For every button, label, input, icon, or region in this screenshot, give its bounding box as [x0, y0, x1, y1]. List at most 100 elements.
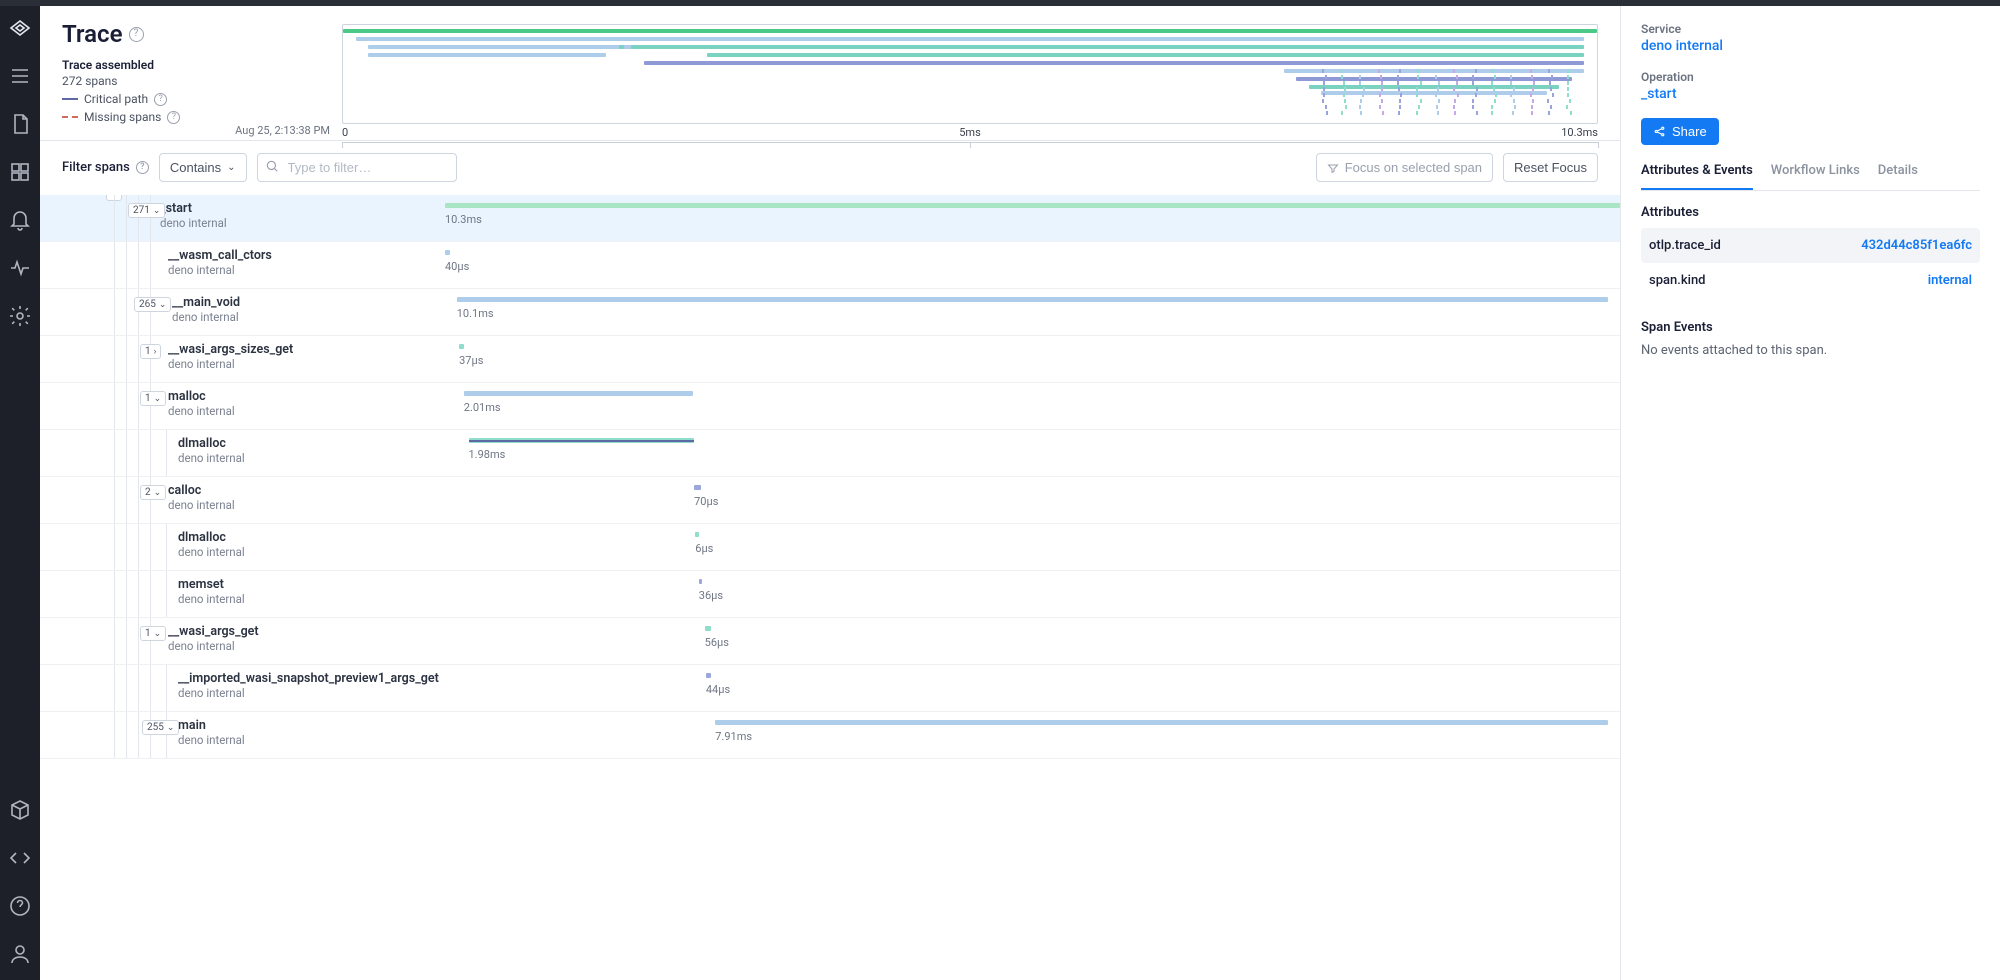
- pulse-icon[interactable]: [8, 256, 32, 280]
- bell-icon[interactable]: [8, 208, 32, 232]
- info-icon[interactable]: ?: [167, 111, 180, 124]
- details-panel: Service deno internal Operation _start S…: [1620, 6, 2000, 980]
- focus-selected-button[interactable]: Focus on selected span: [1316, 153, 1493, 182]
- reset-focus-button[interactable]: Reset Focus: [1503, 153, 1598, 182]
- span-duration: 36µs: [699, 589, 723, 602]
- legend-missing-label: Missing spans: [84, 110, 161, 124]
- span-bar[interactable]: [706, 673, 711, 678]
- tab-attributes-events[interactable]: Attributes & Events: [1641, 163, 1753, 190]
- expand-pill[interactable]: 271⌄: [128, 203, 165, 218]
- span-service: deno internal: [178, 686, 437, 700]
- span-count: 272 spans: [62, 74, 312, 88]
- service-link[interactable]: deno internal: [1641, 38, 1980, 54]
- legend-critical-label: Critical path: [84, 92, 148, 106]
- nav-sidebar: [0, 6, 40, 980]
- operation-link[interactable]: _start: [1641, 86, 1980, 102]
- span-row[interactable]: dlmallocdeno internal6µs: [40, 524, 1620, 571]
- span-events-empty: No events attached to this span.: [1641, 343, 1980, 358]
- span-bar[interactable]: [445, 203, 1620, 208]
- legend-missing-swatch: [62, 116, 78, 118]
- help-icon[interactable]: [8, 894, 32, 918]
- span-service: deno internal: [168, 357, 437, 371]
- span-bar[interactable]: [459, 344, 464, 349]
- span-name: dlmalloc: [178, 436, 437, 451]
- gear-icon[interactable]: [8, 304, 32, 328]
- info-icon[interactable]: ?: [129, 27, 144, 42]
- attribute-row[interactable]: otlp.trace_id 432d44c85f1ea6fc: [1641, 228, 1980, 263]
- span-duration: 7.91ms: [715, 730, 752, 743]
- span-bar[interactable]: [695, 532, 699, 537]
- code-icon[interactable]: [8, 846, 32, 870]
- span-row[interactable]: memsetdeno internal36µs: [40, 571, 1620, 618]
- axis-mid: 5ms: [959, 126, 981, 139]
- span-service: deno internal: [178, 451, 437, 465]
- span-duration: 40µs: [445, 260, 469, 273]
- attributes-heading: Attributes: [1641, 205, 1980, 220]
- expand-pill[interactable]: 265⌄: [134, 297, 171, 312]
- expand-pill[interactable]: 1›: [140, 344, 161, 359]
- span-bar[interactable]: [694, 485, 701, 490]
- attribute-row[interactable]: span.kind internal: [1641, 263, 1980, 298]
- span-service: deno internal: [160, 216, 437, 230]
- span-name: dlmalloc: [178, 530, 437, 545]
- span-name: main: [178, 718, 437, 733]
- span-bar[interactable]: [464, 391, 693, 396]
- span-service: deno internal: [168, 639, 437, 653]
- service-label: Service: [1641, 22, 1980, 36]
- span-row[interactable]: 271⌄_startdeno internal10.3ms: [40, 195, 1620, 242]
- span-service: deno internal: [168, 263, 437, 277]
- span-name: malloc: [168, 389, 437, 404]
- package-icon[interactable]: [8, 798, 32, 822]
- menu-icon[interactable]: [8, 64, 32, 88]
- legend-critical-swatch: [62, 98, 78, 100]
- span-service: deno internal: [168, 498, 437, 512]
- span-duration: 2.01ms: [464, 401, 501, 414]
- span-row[interactable]: __wasm_call_ctorsdeno internal 40µs: [40, 242, 1620, 289]
- trace-overview[interactable]: [342, 24, 1598, 124]
- span-duration: 70µs: [694, 495, 718, 508]
- span-name: memset: [178, 577, 437, 592]
- span-bar[interactable]: [445, 250, 450, 255]
- span-duration: 1.98ms: [469, 448, 506, 461]
- info-icon[interactable]: ?: [154, 93, 167, 106]
- grid-icon[interactable]: [8, 160, 32, 184]
- critical-path-segment: [469, 440, 695, 442]
- page-title: Trace: [62, 20, 123, 48]
- span-bar[interactable]: [705, 626, 711, 631]
- span-row[interactable]: __imported_wasi_snapshot_preview1_args_g…: [40, 665, 1620, 712]
- axis-end: 10.3ms: [1561, 126, 1598, 139]
- filter-input[interactable]: [257, 153, 457, 182]
- span-row[interactable]: dlmallocdeno internal 1.98ms: [40, 430, 1620, 477]
- attr-value: 432d44c85f1ea6fc: [1861, 238, 1972, 253]
- user-icon[interactable]: [8, 942, 32, 966]
- attr-value: internal: [1928, 273, 1972, 288]
- span-bar[interactable]: [699, 579, 703, 584]
- span-duration: 6µs: [695, 542, 713, 555]
- span-name: __wasm_call_ctors: [168, 248, 437, 263]
- tab-workflow-links[interactable]: Workflow Links: [1771, 163, 1860, 190]
- share-button[interactable]: Share: [1641, 118, 1719, 145]
- span-row[interactable]: 265⌄__main_voiddeno internal10.1ms: [40, 289, 1620, 336]
- attr-key: otlp.trace_id: [1649, 238, 1721, 253]
- span-row[interactable]: 1⌄__wasi_args_getdeno internal56µs: [40, 618, 1620, 665]
- assembled-label: Trace assembled: [62, 58, 312, 72]
- expand-pill[interactable]: 255⌄: [142, 720, 179, 735]
- span-row[interactable]: 1⌄mallocdeno internal 2.01ms: [40, 383, 1620, 430]
- span-row[interactable]: 2⌄callocdeno internal70µs: [40, 477, 1620, 524]
- axis-start: 0: [342, 126, 348, 139]
- span-service: deno internal: [168, 404, 437, 418]
- span-row[interactable]: 255⌄maindeno internal7.91ms: [40, 712, 1620, 759]
- tab-details[interactable]: Details: [1878, 163, 1918, 190]
- span-row[interactable]: 1›__wasi_args_sizes_getdeno internal37µs: [40, 336, 1620, 383]
- attr-key: span.kind: [1649, 273, 1706, 288]
- expand-pill[interactable]: 1⌄: [140, 391, 166, 406]
- info-icon[interactable]: ?: [136, 161, 149, 174]
- span-duration: 44µs: [706, 683, 730, 696]
- doc-icon[interactable]: [8, 112, 32, 136]
- expand-pill[interactable]: 1⌄: [140, 626, 166, 641]
- span-bar[interactable]: [715, 720, 1608, 725]
- app-logo[interactable]: [8, 16, 32, 40]
- contains-dropdown[interactable]: Contains⌄: [159, 153, 247, 182]
- span-bar[interactable]: [457, 297, 1609, 302]
- expand-pill[interactable]: 2⌄: [140, 485, 166, 500]
